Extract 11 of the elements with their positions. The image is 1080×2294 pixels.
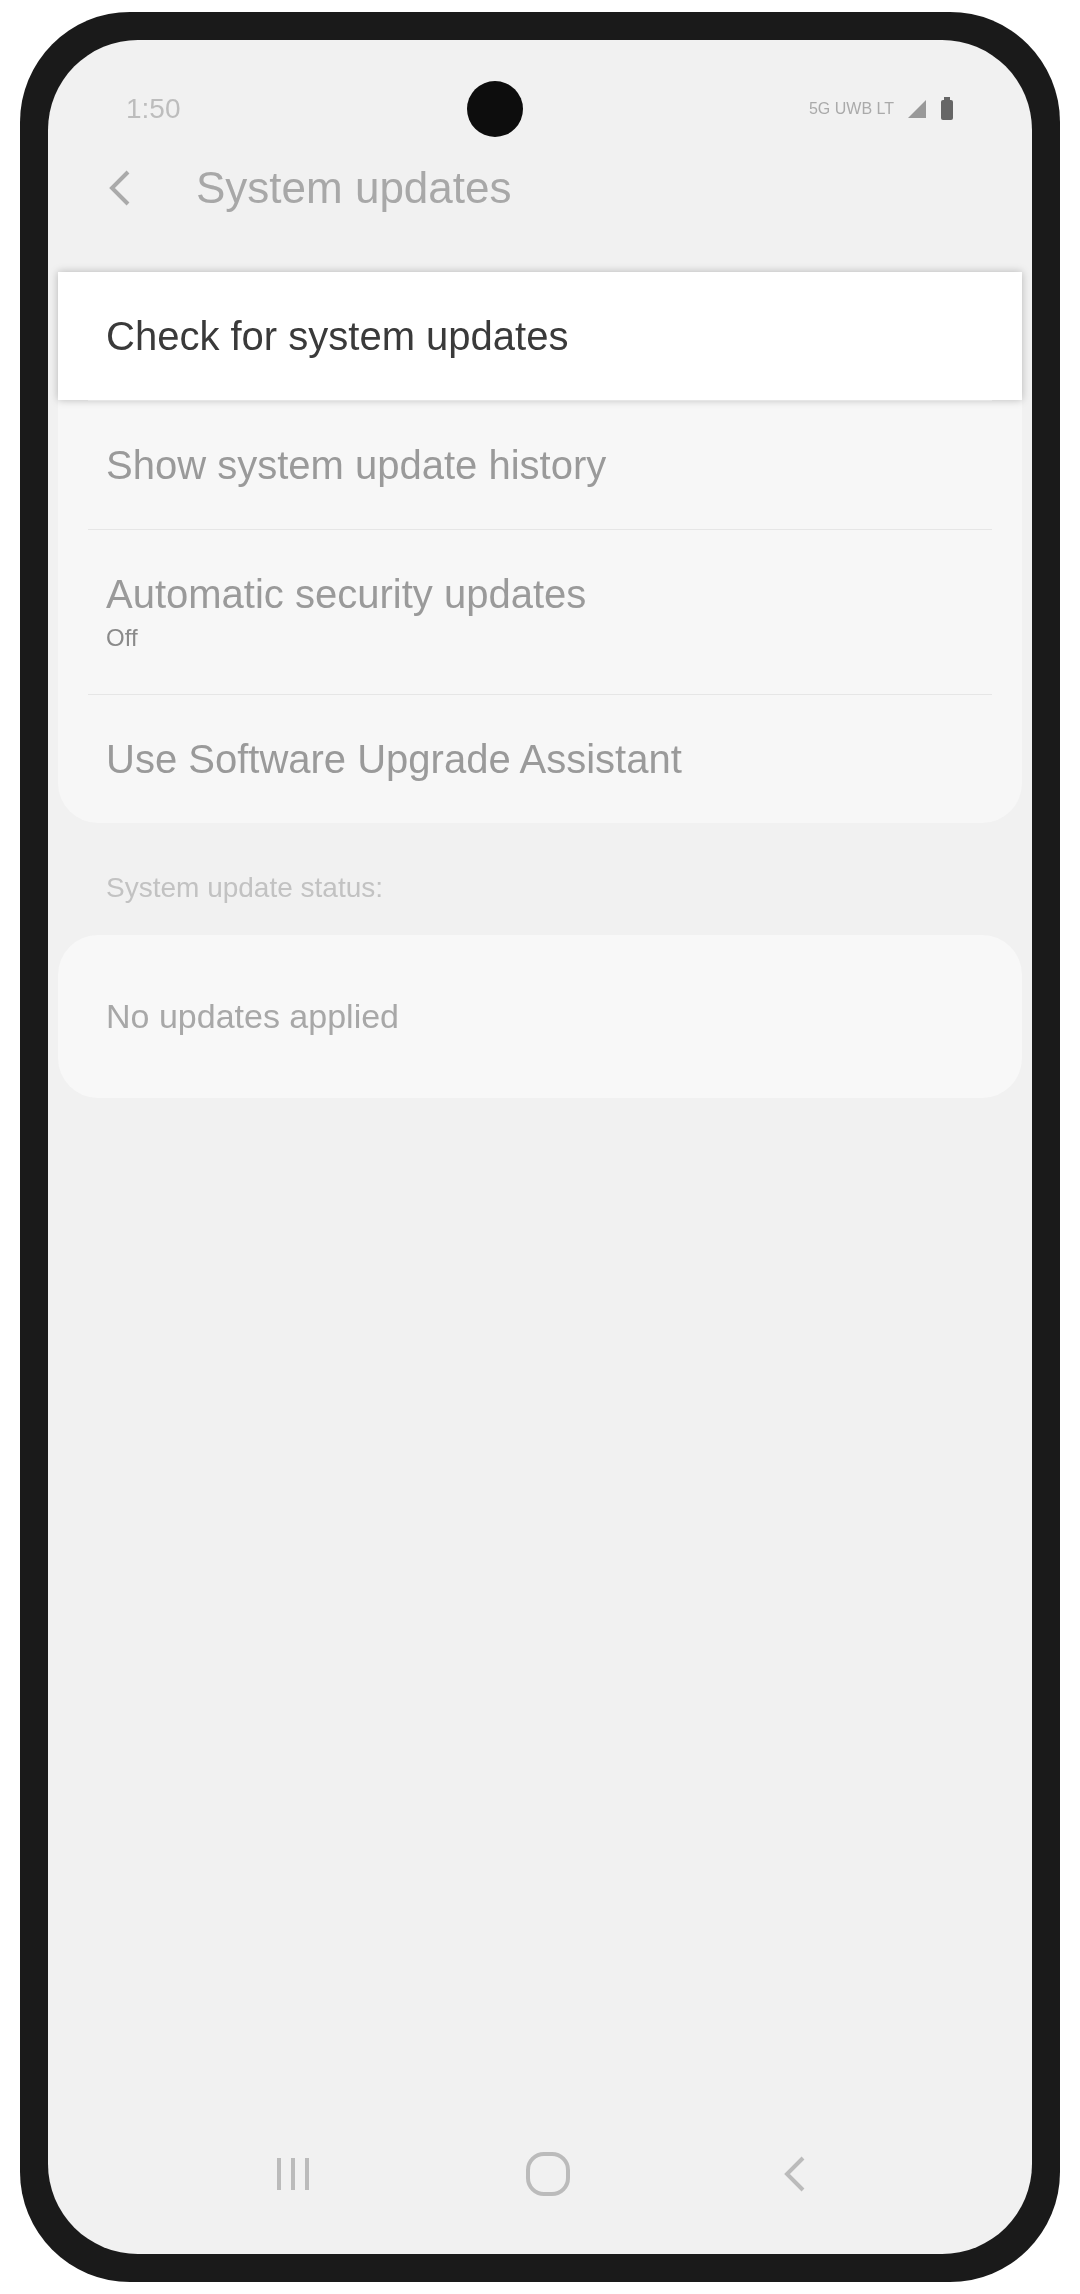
network-label: 5G UWB LT [808,99,894,119]
status-value: No updates applied [106,997,399,1035]
back-icon[interactable] [782,2154,807,2194]
menu-item[interactable]: Check for system updates [58,272,1022,400]
menu-item[interactable]: Automatic security updates Off [58,530,1022,694]
signal-icon [906,98,928,120]
home-icon[interactable] [524,2150,572,2198]
page-title: System updates [196,162,512,214]
menu-item[interactable]: Use Software Upgrade Assistant [58,695,1022,823]
menu-item[interactable]: Show system update history [58,401,1022,529]
battery-icon [940,97,954,121]
